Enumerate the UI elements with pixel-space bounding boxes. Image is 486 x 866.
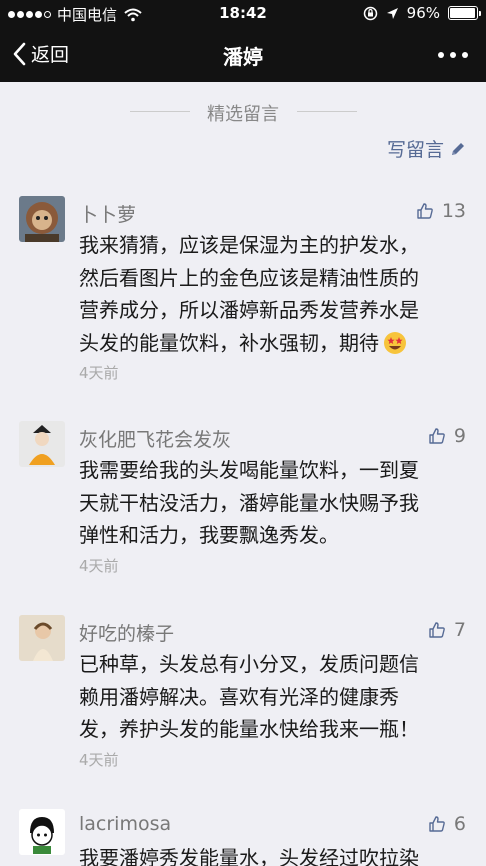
like-count: 7 bbox=[453, 619, 466, 641]
thumbs-up-icon bbox=[417, 203, 433, 219]
nav-bar: 返回 潘婷 bbox=[0, 28, 486, 82]
page-title: 潘婷 bbox=[223, 45, 263, 69]
comment-content: 我需要给我的头发喝能量饮料，一到夏 天就干枯没活力，潘婷能量水快赐予我 弹性和活… bbox=[79, 454, 463, 552]
divider-right bbox=[297, 111, 357, 112]
more-dot-icon bbox=[450, 52, 456, 58]
comment-nickname[interactable]: 灰化肥飞花会发灰 bbox=[79, 425, 231, 452]
comment-line: 然后看图片上的金色应该是精油性质的 bbox=[79, 265, 419, 290]
comment-line: 头发的能量饮料，补水强韧，期待 bbox=[79, 330, 379, 355]
comment-nickname[interactable]: 好吃的榛子 bbox=[79, 619, 174, 646]
comment-nickname[interactable]: 卜卜萝 bbox=[79, 200, 136, 227]
avatar[interactable] bbox=[19, 196, 65, 242]
avatar[interactable] bbox=[19, 421, 65, 467]
like-button[interactable]: 7 bbox=[428, 619, 466, 641]
like-count: 6 bbox=[453, 813, 466, 835]
battery-percent: 96% bbox=[406, 4, 440, 22]
write-comment-label: 写留言 bbox=[386, 139, 444, 161]
avatar-image bbox=[19, 421, 65, 467]
comment-content: 我要潘婷秀发能量水，头发经过吹拉染 bbox=[79, 842, 463, 866]
comment-line: 天就干枯没活力，潘婷能量水快赐予我 bbox=[79, 490, 419, 515]
section-title: 精选留言 bbox=[207, 104, 279, 125]
comment-line: 发，养护头发的能量水快给我来一瓶！ bbox=[79, 717, 419, 741]
more-dot-icon bbox=[462, 52, 468, 58]
avatar-image bbox=[19, 809, 65, 855]
more-dot-icon bbox=[438, 52, 444, 58]
like-button[interactable]: 9 bbox=[428, 425, 466, 447]
pencil-icon bbox=[452, 142, 464, 155]
star-struck-emoji-icon bbox=[384, 331, 406, 354]
like-count: 9 bbox=[453, 425, 466, 447]
comment-line: 已种草，头发总有小分叉，发质问题信 bbox=[79, 652, 419, 676]
avatar[interactable] bbox=[19, 615, 65, 661]
location-arrow-icon bbox=[386, 7, 398, 19]
thumbs-up-icon bbox=[429, 428, 445, 444]
comment-line: 我需要给我的头发喝能量饮料，一到夏 bbox=[79, 458, 419, 482]
battery-icon bbox=[448, 6, 481, 20]
comment-line: 赖用潘婷解决。喜欢有光泽的健康秀 bbox=[79, 684, 399, 709]
comment-line: 我要潘婷秀发能量水，头发经过吹拉染 bbox=[79, 846, 419, 866]
thumbs-up-icon bbox=[429, 816, 445, 832]
comment-nickname[interactable]: lacrimosa bbox=[79, 813, 171, 835]
comment-time: 4天前 bbox=[79, 364, 119, 382]
battery-fill bbox=[450, 8, 475, 18]
comment-line-with-emoji: 头发的能量饮料，补水强韧，期待 bbox=[79, 327, 463, 360]
comment-time: 4天前 bbox=[79, 751, 119, 769]
orientation-lock-icon bbox=[363, 6, 377, 20]
comment-content: 我来猜猜，应该是保湿为主的护发水， 然后看图片上的金色应该是精油性质的 营养成分… bbox=[79, 229, 463, 359]
thumbs-up-icon bbox=[429, 622, 445, 638]
write-comment-button[interactable]: 写留言 bbox=[387, 135, 466, 162]
avatar[interactable] bbox=[19, 809, 65, 855]
avatar-image bbox=[19, 196, 65, 242]
status-bar-right: 96% bbox=[363, 4, 481, 22]
comment-content: 已种草，头发总有小分叉，发质问题信 赖用潘婷解决。喜欢有光泽的健康秀 发，养护头… bbox=[79, 648, 463, 746]
comment-time: 4天前 bbox=[79, 557, 119, 575]
avatar-image bbox=[19, 615, 65, 661]
comment-line: 我来猜猜，应该是保湿为主的护发水， bbox=[79, 233, 419, 257]
status-bar: 中国电信 18:42 96% bbox=[0, 0, 486, 28]
comment-line: 营养成分，所以潘婷新品秀发营养水是 bbox=[79, 298, 419, 322]
like-button[interactable]: 13 bbox=[416, 200, 466, 222]
like-count: 13 bbox=[441, 200, 466, 222]
like-button[interactable]: 6 bbox=[428, 813, 466, 835]
comment-line: 弹性和活力，我要飘逸秀发。 bbox=[79, 523, 339, 547]
more-menu-button[interactable] bbox=[438, 52, 468, 58]
